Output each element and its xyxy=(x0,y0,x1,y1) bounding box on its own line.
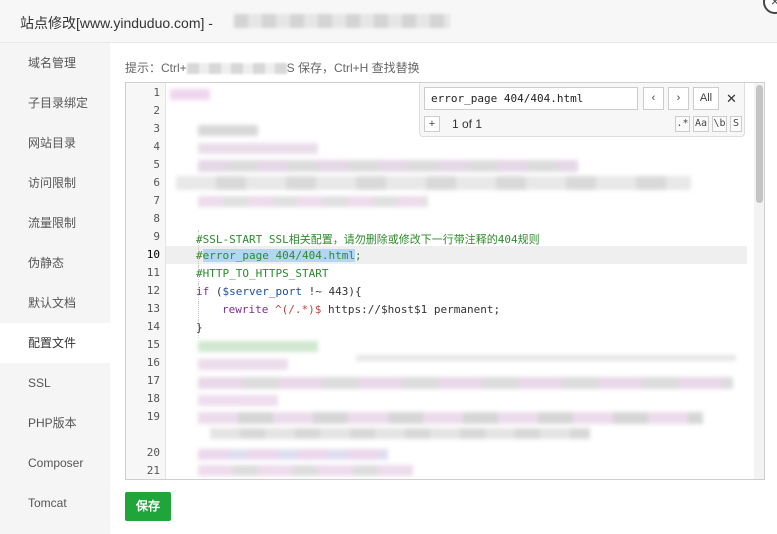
comment-hash: # xyxy=(196,249,203,262)
match-count: 1 of 1 xyxy=(452,117,483,131)
redacted-code xyxy=(176,176,691,190)
sidebar-item-subdirectory[interactable]: 子目录绑定 xyxy=(0,83,110,123)
comment-tail: ; xyxy=(354,249,362,262)
sidebar-item-site-directory[interactable]: 网站目录 xyxy=(0,123,110,163)
find-input[interactable]: error_page 404/404.html xyxy=(424,87,638,110)
ssl-comment: #SSL-START SSL相关配置，请勿删除或修改下一行带注释的404规则 xyxy=(196,233,540,246)
line-number: 3 xyxy=(153,122,160,135)
redacted-code xyxy=(198,465,413,476)
redacted-code xyxy=(198,449,388,460)
code-line-13: rewrite ^(/.*)$ https://$host$1 permanen… xyxy=(222,303,500,316)
settings-sidebar: 域名管理 子目录绑定 网站目录 访问限制 流量限制 伪静态 默认文档 配置文件 … xyxy=(0,43,110,534)
line-number: 7 xyxy=(153,194,160,207)
hint-prefix: 提示：Ctrl+ xyxy=(125,61,187,75)
closing-brace: } xyxy=(196,321,203,334)
code-line-14: } xyxy=(196,321,203,334)
sidebar-item-domain[interactable]: 域名管理 xyxy=(0,43,110,83)
site-settings-dialog: 站点修改[www.yinduduo.com] - × 域名管理 子目录绑定 网站… xyxy=(0,0,777,534)
indent-guide xyxy=(198,302,199,320)
redacted-code xyxy=(170,89,210,100)
redacted-code xyxy=(198,160,578,172)
line-number: 17 xyxy=(146,374,160,387)
line-number: 6 xyxy=(153,176,160,189)
sidebar-item-default-document[interactable]: 默认文档 xyxy=(0,283,110,323)
redacted-code xyxy=(198,412,703,424)
sidebar-item-ssl[interactable]: SSL xyxy=(0,363,110,403)
find-panel: error_page 404/404.html ‹ › All ✕ + 1 of… xyxy=(419,83,745,137)
toggle-replace-button[interactable]: + xyxy=(424,116,440,132)
redacted-code xyxy=(198,395,278,406)
line-number: 18 xyxy=(146,392,160,405)
redacted-hint xyxy=(186,63,287,75)
line-number: 2 xyxy=(153,104,160,117)
line-number: 20 xyxy=(146,446,160,459)
https-comment: #HTTP_TO_HTTPS_START xyxy=(196,267,329,280)
line-number-gutter: 1 2 3 4 5 6 7 8 9 10 11 12 13 14 15 16 1… xyxy=(126,83,166,479)
line-number: 16 xyxy=(146,356,160,369)
sidebar-item-traffic-limit[interactable]: 流量限制 xyxy=(0,203,110,243)
in-selection-toggle[interactable]: S xyxy=(730,116,742,132)
condition-rest: !~ 443){ xyxy=(301,285,362,298)
redacted-code xyxy=(198,125,258,136)
dialog-titlebar: 站点修改[www.yinduduo.com] - xyxy=(0,0,777,43)
line-number: 4 xyxy=(153,140,160,153)
line-number: 11 xyxy=(146,266,160,279)
server-port-var: $server_port xyxy=(222,285,302,298)
sidebar-item-config-file[interactable]: 配置文件 xyxy=(0,323,110,363)
redacted-code xyxy=(198,196,428,207)
redacted-code xyxy=(356,355,736,361)
line-number: 1 xyxy=(153,86,160,99)
editor-hint: 提示：Ctrl+ S 保存，Ctrl+H 查找替换 xyxy=(125,59,420,76)
sidebar-item-tomcat[interactable]: Tomcat xyxy=(0,483,110,523)
line-number: 13 xyxy=(146,302,160,315)
hint-suffix: S 保存，Ctrl+H 查找替换 xyxy=(286,61,420,75)
sidebar-item-php-version[interactable]: PHP版本 xyxy=(0,403,110,443)
line-number: 14 xyxy=(146,320,160,333)
line-number: 9 xyxy=(153,230,160,243)
sidebar-item-composer[interactable]: Composer xyxy=(0,443,110,483)
redacted-code xyxy=(198,377,733,389)
dialog-title: 站点修改[www.yinduduo.com] - xyxy=(20,15,213,31)
line-number: 21 xyxy=(146,464,160,477)
config-code-editor[interactable]: 1 2 3 4 5 6 7 8 9 10 11 12 13 14 15 16 1… xyxy=(125,82,765,480)
rewrite-regex: ^(/.*)$ xyxy=(268,303,322,316)
code-line-10: #error_page 404/404.html; xyxy=(196,249,362,262)
if-keyword: if xyxy=(196,285,210,298)
redacted-title-suffix xyxy=(234,14,450,28)
find-next-button[interactable]: › xyxy=(668,87,689,110)
redacted-code xyxy=(198,143,318,154)
find-all-button[interactable]: All xyxy=(693,87,719,110)
find-previous-button[interactable]: ‹ xyxy=(643,87,664,110)
editor-scroll-thumb[interactable] xyxy=(756,85,763,203)
rewrite-keyword: rewrite xyxy=(222,303,269,316)
line-number: 5 xyxy=(153,158,160,171)
regex-toggle[interactable]: .* xyxy=(675,116,690,132)
line-number: 12 xyxy=(146,284,160,297)
line-number: 8 xyxy=(153,212,160,225)
line-number: 10 xyxy=(146,248,160,261)
code-line-11: #HTTP_TO_HTTPS_START xyxy=(196,267,328,280)
paren-open: ( xyxy=(209,285,223,298)
code-line-9: #SSL-START SSL相关配置，请勿删除或修改下一行带注释的404规则 xyxy=(196,231,540,247)
redacted-code xyxy=(198,341,318,352)
code-line-12: if ($server_port !~ 443){ xyxy=(196,285,362,298)
case-sensitive-toggle[interactable]: Aa xyxy=(693,116,709,132)
whole-word-toggle[interactable]: \b xyxy=(712,116,727,132)
redacted-code xyxy=(198,359,288,370)
sidebar-item-rewrite[interactable]: 伪静态 xyxy=(0,243,110,283)
line-number: 19 xyxy=(146,410,160,423)
redacted-code xyxy=(210,428,590,439)
rewrite-target: https://$host$1 permanent; xyxy=(321,303,501,316)
line-number: 15 xyxy=(146,338,160,351)
search-match-selection: error_page 404/404.html xyxy=(202,249,355,262)
save-button[interactable]: 保存 xyxy=(125,492,171,521)
sidebar-item-access-limit[interactable]: 访问限制 xyxy=(0,163,110,203)
close-find-icon[interactable]: ✕ xyxy=(726,91,737,107)
